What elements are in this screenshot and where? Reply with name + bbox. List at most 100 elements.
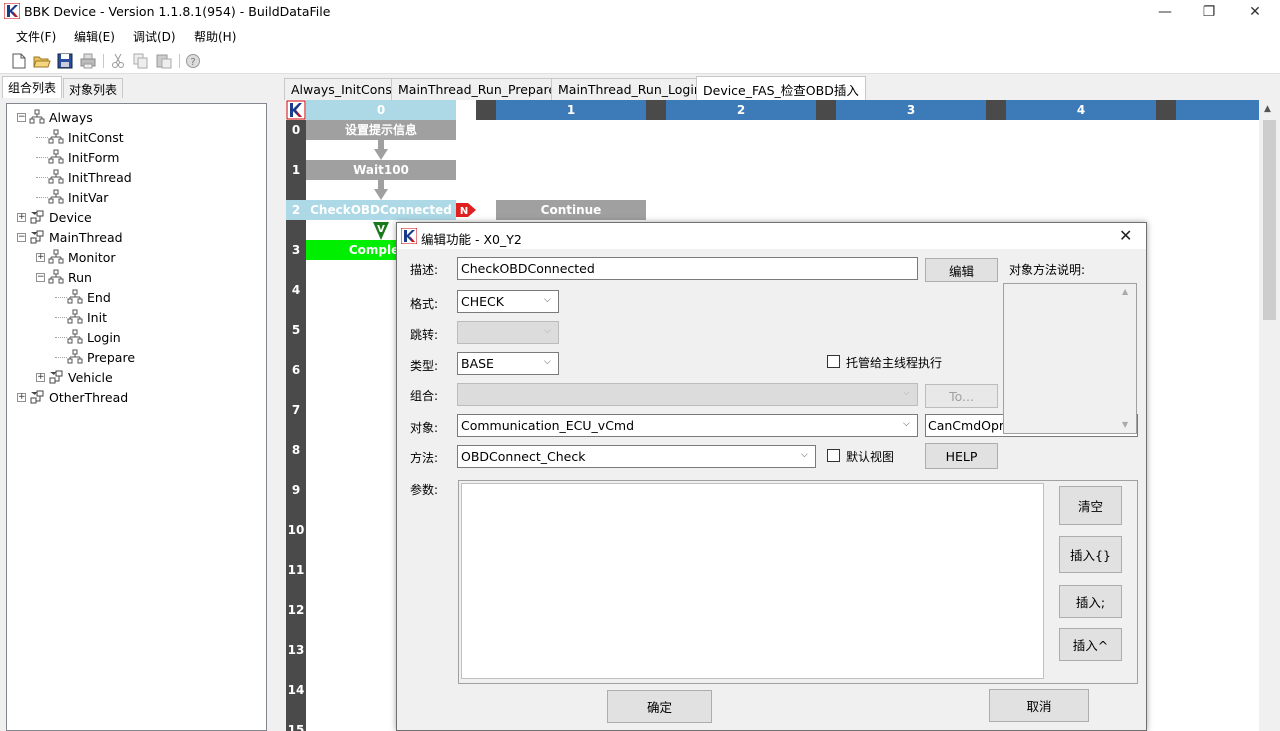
restore-icon[interactable]: ❐ [1186, 0, 1232, 24]
row-gap [286, 420, 306, 440]
row-header[interactable]: 11 [286, 560, 306, 580]
cut-icon[interactable] [109, 52, 127, 70]
tab-device-fas-check-obd[interactable]: Device_FAS_检查OBD插入 [696, 76, 866, 100]
row-header[interactable]: 10 [286, 520, 306, 540]
save-icon[interactable] [56, 52, 74, 70]
tree-item-initform[interactable]: InitForm [7, 147, 266, 167]
row-header[interactable]: 3 [286, 240, 306, 260]
tree-item-device[interactable]: + Device [7, 207, 266, 227]
tree-item-init[interactable]: Init [7, 307, 266, 327]
cell-set-prompt[interactable]: 设置提示信息 [306, 120, 456, 140]
svg-text:V: V [377, 224, 385, 235]
tab-object-list[interactable]: 对象列表 [63, 78, 124, 98]
new-file-icon[interactable] [10, 52, 28, 70]
row-header[interactable]: 6 [286, 360, 306, 380]
minimize-icon[interactable]: — [1142, 0, 1188, 24]
print-icon[interactable] [79, 52, 97, 70]
tree-item-run[interactable]: − Run [7, 267, 266, 287]
cell-wait100[interactable]: Wait100 [306, 160, 456, 180]
row-header[interactable]: 5 [286, 320, 306, 340]
tab-mainthread-run-login[interactable]: MainThread_Run_Login [551, 78, 709, 100]
format-select[interactable]: CHECK ⌵ [457, 290, 559, 313]
scroll-up-icon[interactable]: ▲ [1264, 104, 1271, 114]
paste-icon[interactable] [155, 52, 173, 70]
row-header[interactable]: 13 [286, 640, 306, 660]
tree-item-vehicle[interactable]: + Vehicle [7, 367, 266, 387]
cancel-button[interactable]: 取消 [989, 689, 1089, 722]
row-header[interactable]: 0 [286, 120, 306, 140]
tree-connector [55, 316, 67, 318]
copy-icon[interactable] [132, 52, 150, 70]
tree-item-login[interactable]: Login [7, 327, 266, 347]
method-select[interactable]: OBDConnect_Check ⌵ [457, 445, 816, 468]
collapse-icon[interactable]: − [17, 232, 26, 242]
column-header-filler [1176, 100, 1259, 120]
tree-item-label: Device [49, 209, 92, 225]
column-header[interactable]: 2 [666, 100, 816, 120]
tree-item-monitor[interactable]: + Monitor [7, 247, 266, 267]
insert-braces-button[interactable]: 插入{} [1059, 536, 1122, 573]
column-header[interactable]: 0 [306, 100, 456, 120]
row-header[interactable]: 8 [286, 440, 306, 460]
tree-item-mainthread[interactable]: − MainThread [7, 227, 266, 247]
tab-combo-list[interactable]: 组合列表 [2, 76, 63, 98]
row-header[interactable]: 4 [286, 280, 306, 300]
tree-item-otherthread[interactable]: + OtherThread [7, 387, 266, 407]
clear-button[interactable]: 清空 [1059, 486, 1122, 525]
expand-icon[interactable]: + [36, 372, 45, 382]
object-method-desc-box[interactable]: ▲ ▼ [1003, 283, 1137, 434]
params-textarea[interactable] [461, 483, 1044, 679]
row-header[interactable]: 7 [286, 400, 306, 420]
tree-item-initvar[interactable]: InitVar [7, 187, 266, 207]
scroll-down-icon[interactable]: ▼ [1122, 420, 1128, 429]
type-select[interactable]: BASE ⌵ [457, 352, 559, 375]
tree-item-prepare[interactable]: Prepare [7, 347, 266, 367]
scroll-thumb[interactable] [1263, 120, 1276, 320]
row-header[interactable]: 14 [286, 680, 306, 700]
menu-help[interactable]: 帮助(H) [194, 28, 236, 45]
expand-icon[interactable]: + [17, 212, 26, 222]
edit-button[interactable]: 编辑 [925, 258, 998, 282]
tab-mainthread-run-prepare[interactable]: MainThread_Run_Prepare [391, 78, 564, 100]
grid-vertical-scrollbar[interactable]: ▲ [1261, 100, 1278, 731]
row-header[interactable]: 2 [286, 200, 306, 220]
row-header[interactable]: 15 [286, 720, 306, 731]
tree-item-initconst[interactable]: InitConst [7, 127, 266, 147]
row-header[interactable]: 1 [286, 160, 306, 180]
tree-item-always[interactable]: − Always [7, 107, 266, 127]
dialog-close-icon[interactable]: ✕ [1119, 226, 1132, 245]
menu-edit[interactable]: 编辑(E) [74, 28, 115, 45]
tree-item-end[interactable]: End [7, 287, 266, 307]
tree-item-initthread[interactable]: InitThread [7, 167, 266, 187]
row-header[interactable]: 9 [286, 480, 306, 500]
help-icon[interactable]: ? [184, 52, 202, 70]
collapse-icon[interactable]: − [36, 272, 45, 282]
collapse-icon[interactable]: − [17, 112, 26, 122]
combo-select[interactable]: ⌵ [457, 383, 918, 406]
host-main-thread-checkbox[interactable] [827, 355, 840, 368]
expand-icon[interactable]: + [17, 392, 26, 402]
column-header[interactable]: 3 [836, 100, 986, 120]
dialog-logo-icon [400, 227, 418, 247]
column-header[interactable]: 4 [1006, 100, 1156, 120]
insert-semicolon-button[interactable]: 插入; [1059, 585, 1122, 618]
column-header[interactable]: 1 [496, 100, 646, 120]
to-button[interactable]: To... [925, 384, 998, 408]
open-folder-icon[interactable] [33, 52, 51, 70]
expand-icon[interactable]: + [36, 252, 45, 262]
jump-select[interactable]: ⌵ [457, 321, 559, 344]
menu-debug[interactable]: 调试(D) [133, 28, 176, 45]
desc-input[interactable]: CheckOBDConnected [457, 257, 918, 280]
tab-always-initconst[interactable]: Always_InitConst [284, 78, 404, 100]
default-view-checkbox[interactable] [827, 449, 840, 462]
object-select[interactable]: Communication_ECU_vCmd ⌵ [457, 414, 918, 437]
close-icon[interactable]: ✕ [1232, 0, 1278, 24]
insert-caret-button[interactable]: 插入^ [1059, 628, 1122, 661]
help-button[interactable]: HELP [925, 443, 998, 469]
ok-button[interactable]: 确定 [607, 690, 712, 723]
cell-continue[interactable]: Continue [496, 200, 646, 220]
cell-check-obd-connected[interactable]: CheckOBDConnected [306, 200, 456, 220]
row-header[interactable]: 12 [286, 600, 306, 620]
menu-file[interactable]: 文件(F) [16, 28, 56, 45]
scroll-up-icon[interactable]: ▲ [1122, 287, 1128, 296]
